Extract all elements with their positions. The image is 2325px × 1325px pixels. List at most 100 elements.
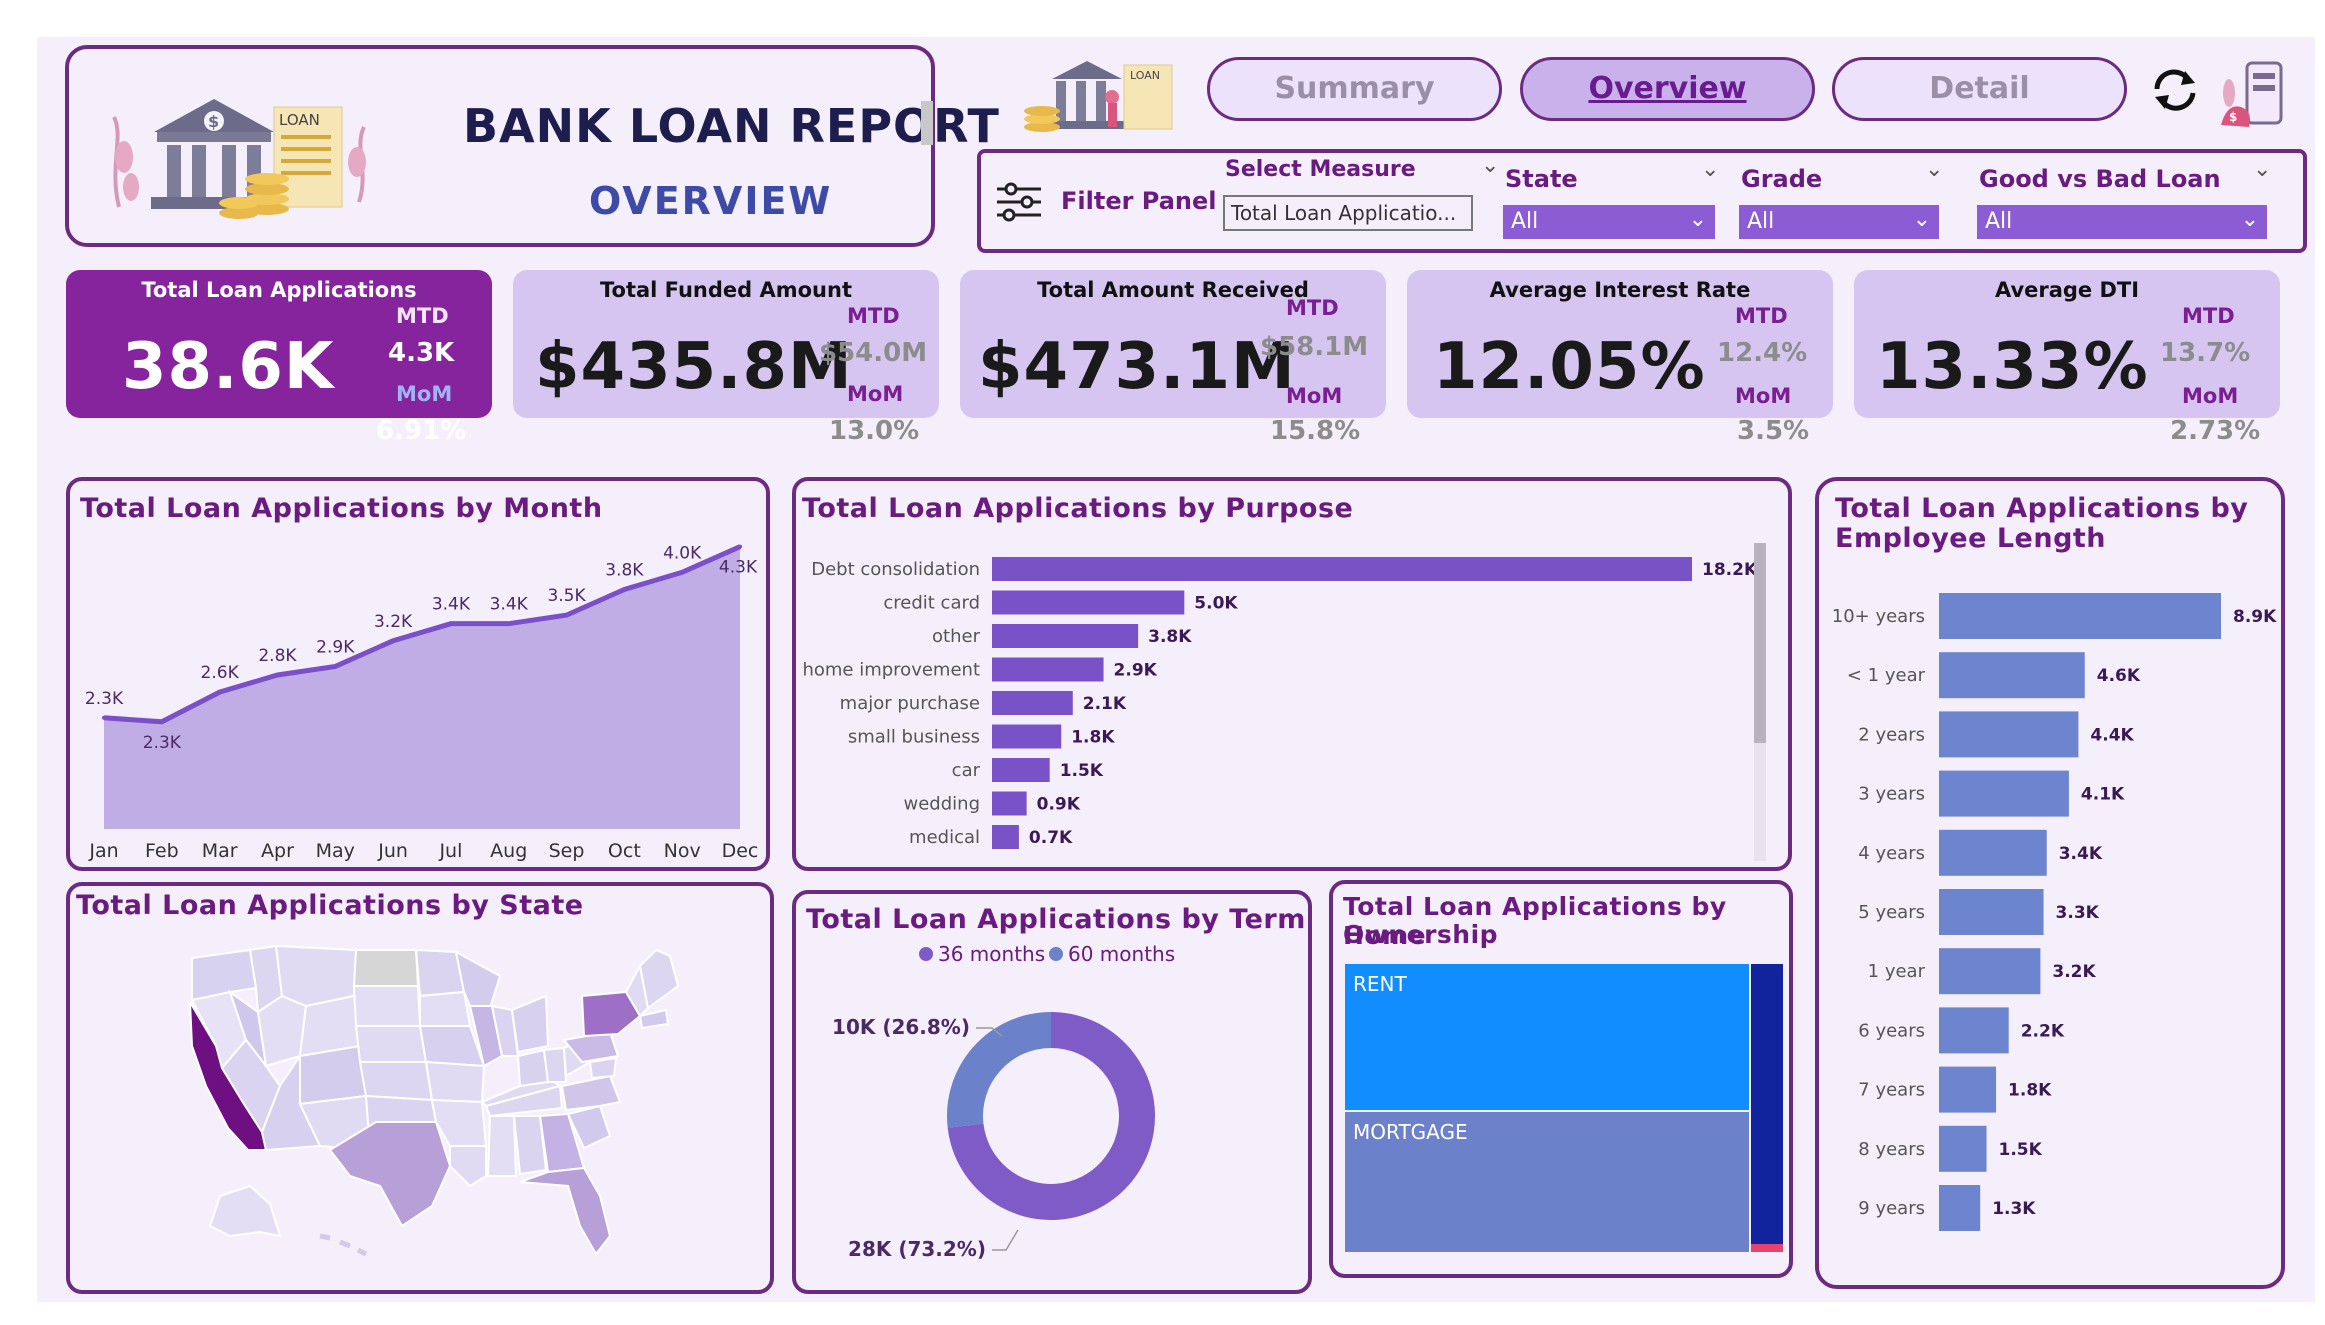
term-data-label: 10K (26.8%) (832, 1015, 970, 1039)
kpi-funded-amount: Total Funded Amount $435.8M MTD $54.0M M… (513, 270, 939, 446)
good-bad-filter-chevron[interactable]: ⌄ (2253, 157, 2271, 182)
kpi-mom-value: 13.0% (829, 416, 920, 446)
term-donut-chart: 36 months 60 months 10K (26.8%) 28K (73.2%) (832, 942, 1175, 1261)
state-filter-label: State (1505, 165, 1578, 193)
purpose-category-label: small business (848, 727, 980, 748)
month-tick-label: Sep (549, 840, 585, 862)
purpose-data-label: 2.9K (1114, 661, 1158, 681)
treemap-cell-own[interactable] (1751, 1244, 1783, 1252)
good-bad-select[interactable]: All ⌄ (1977, 205, 2267, 239)
term-legend-label: 60 months (1068, 942, 1175, 966)
grade-select-value: All (1747, 209, 1775, 234)
kpi-mom-label: MoM (1286, 384, 1343, 408)
tab-summary[interactable]: Summary (1207, 57, 1502, 121)
month-data-label: 3.2K (374, 612, 413, 632)
kpi-mom-value: 15.8% (1270, 416, 1361, 446)
kpi-mtd-label: MTD (396, 304, 449, 328)
term-legend-label: 36 months (938, 942, 1045, 966)
month-data-label: 2.3K (85, 689, 124, 709)
purpose-bar (992, 758, 1050, 782)
month-data-label: 4.0K (663, 543, 702, 563)
purpose-data-label: 3.8K (1148, 627, 1192, 647)
state-select[interactable]: All ⌄ (1503, 205, 1715, 239)
kpi-mom-label: MoM (847, 382, 904, 406)
kpi-value: $435.8M (535, 330, 853, 404)
employee-category-label: 3 years (1858, 784, 1925, 805)
term-data-label: 28K (73.2%) (848, 1237, 986, 1261)
month-data-label: 3.5K (547, 586, 586, 606)
employee-category-label: 7 years (1858, 1080, 1925, 1101)
measure-filter-label: Select Measure (1225, 157, 1416, 182)
state-select-value: All (1511, 209, 1539, 234)
purpose-scrollbar-thumb[interactable] (1754, 543, 1766, 743)
sliders-icon (997, 182, 1041, 222)
tab-detail[interactable]: Detail (1832, 57, 2127, 121)
us-states-map[interactable] (170, 936, 690, 1276)
kpi-amount-received: Total Amount Received $473.1M MTD $58.1M… (960, 270, 1386, 446)
dashboard-canvas: $ LOAN BANK LOAN REPORT OVERVIEW LOAN Su… (37, 37, 2315, 1302)
kpi-mom-label: MoM (2182, 384, 2239, 408)
employee-category-label: 6 years (1858, 1020, 1925, 1041)
grade-select[interactable]: All ⌄ (1739, 205, 1939, 239)
kpi-mtd-value: 12.4% (1717, 338, 1808, 368)
employee-bar (1939, 711, 2079, 758)
chart-by-month: Total Loan Applications by Month 2.3K Jan… (66, 477, 770, 871)
month-data-label: 2.8K (258, 646, 297, 666)
kpi-value: $473.1M (978, 330, 1296, 404)
purpose-bar (992, 557, 1692, 581)
grade-filter-chevron[interactable]: ⌄ (1925, 157, 1943, 182)
month-point (622, 587, 627, 592)
kpi-value: 38.6K (122, 330, 335, 404)
month-point (680, 570, 685, 575)
kpi-label: Total Funded Amount (600, 278, 852, 302)
purpose-category-label: car (952, 760, 981, 781)
refresh-icon[interactable] (2149, 67, 2201, 113)
state-filter-chevron[interactable]: ⌄ (1701, 157, 1719, 182)
kpi-label: Average DTI (1994, 278, 2140, 302)
purpose-bar (992, 624, 1139, 648)
employee-data-label: 4.4K (2090, 725, 2134, 745)
purpose-category-label: Debt consolidation (811, 559, 980, 580)
term-legend-marker (1049, 947, 1063, 961)
month-point (275, 673, 280, 677)
kpi-mom-label: MoM (396, 382, 453, 406)
month-data-label: 2.9K (316, 637, 355, 657)
purpose-category-label: other (932, 626, 981, 647)
month-data-label: 2.3K (143, 733, 182, 753)
employee-bar (1939, 1185, 1981, 1231)
employee-data-label: 1.5K (1999, 1140, 2043, 1160)
kpi-mom-value: 3.5% (1737, 416, 1810, 446)
measure-filter-chevron[interactable]: ⌄ (1481, 153, 1499, 178)
kpi-value: 13.33% (1876, 330, 2149, 404)
grade-filter-label: Grade (1741, 165, 1823, 193)
kpi-mom-value: 2.73% (2170, 416, 2261, 446)
treemap-cell-mortgage[interactable]: MORTGAGE (1345, 1112, 1749, 1252)
month-point (102, 715, 106, 720)
month-tick-label: Mar (202, 840, 238, 862)
month-data-label: 4.3K (719, 558, 758, 578)
employee-bar (1939, 889, 2044, 935)
employee-category-label: 1 year (1868, 961, 1926, 982)
purpose-bar-chart: Debt consolidation 18.2K credit card 5.0K ot… (802, 557, 1758, 849)
chart-by-employee-length: Total Loan Applications by Employee Leng… (1815, 477, 2285, 1289)
purpose-data-label: 5.0K (1194, 594, 1238, 614)
treemap-cell-other[interactable] (1751, 964, 1783, 1244)
month-point (738, 544, 742, 549)
treemap-cell-rent[interactable]: RENT (1345, 964, 1749, 1110)
employee-bar-chart: 10+ years 8.9K < 1 year 4.6K 2 years 4.4K 3 ye… (1832, 593, 2277, 1231)
chevron-down-icon: ⌄ (2240, 207, 2259, 232)
purpose-category-label: medical (909, 827, 980, 848)
month-area-chart: 2.3K Jan 2.3K Feb 2.6K Mar 2.8K Apr 2.9K May 3.2K J… (85, 543, 758, 862)
chevron-down-icon: ⌄ (1688, 207, 1707, 232)
employee-data-label: 3.3K (2056, 903, 2100, 923)
tab-overview[interactable]: Overview (1520, 57, 1815, 121)
measure-select[interactable]: Total Loan Applicatio... (1223, 195, 1473, 231)
bank-loan-icon: $ LOAN (112, 99, 366, 219)
kpi-mtd-value: $58.1M (1260, 332, 1369, 362)
kpi-mtd-label: MTD (1735, 304, 1788, 328)
svg-text:LOAN: LOAN (1130, 69, 1160, 82)
employee-data-label: 8.9K (2233, 607, 2277, 627)
employee-category-label: < 1 year (1847, 665, 1926, 686)
employee-data-label: 4.6K (2097, 666, 2141, 686)
filter-panel: Filter Panel Select Measure ⌄ Total Loan… (977, 149, 2307, 253)
